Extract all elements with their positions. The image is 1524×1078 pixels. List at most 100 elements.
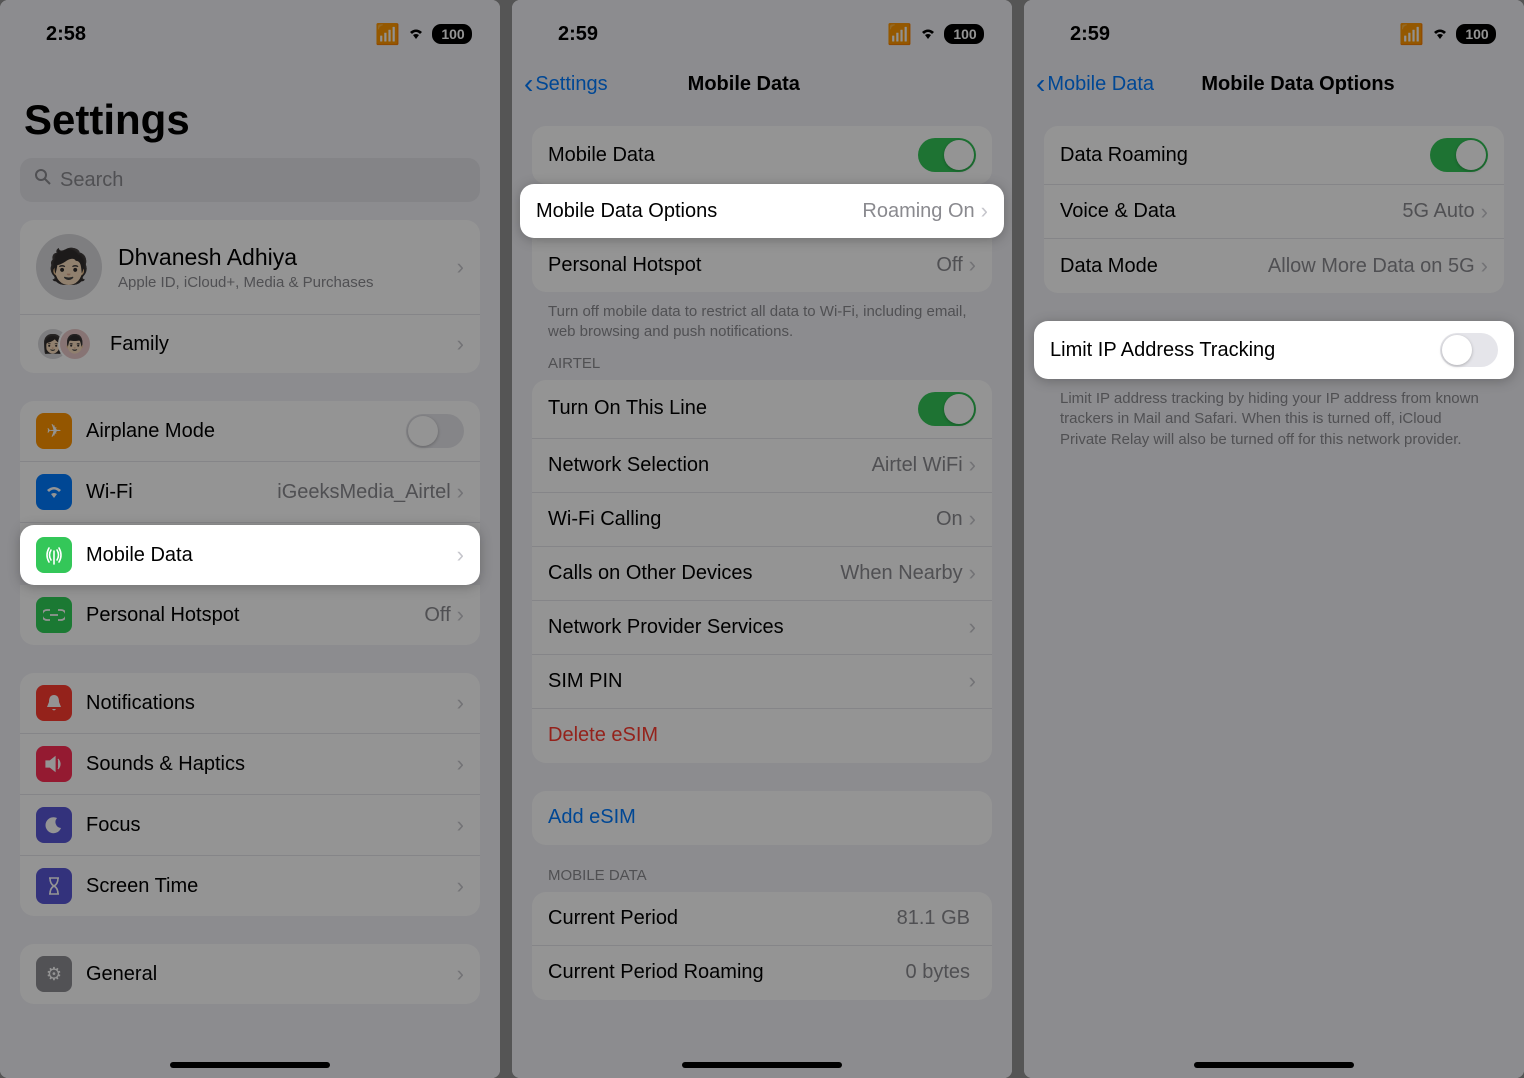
screen-time-row[interactable]: Screen Time ›: [20, 856, 480, 916]
status-time: 2:58: [46, 23, 86, 46]
current-period-roaming-row[interactable]: Current Period Roaming 0 bytes: [532, 946, 992, 1000]
chevron-right-icon: ›: [969, 452, 976, 478]
home-indicator[interactable]: [170, 1062, 330, 1068]
mobile-data-group: Mobile Data: [532, 126, 992, 184]
network-selection-row[interactable]: Network Selection Airtel WiFi ›: [532, 439, 992, 493]
data-mode-row[interactable]: Data Mode Allow More Data on 5G ›: [1044, 239, 1504, 293]
wifi-row[interactable]: Wi-Fi iGeeksMedia_Airtel ›: [20, 462, 480, 523]
home-indicator[interactable]: [682, 1062, 842, 1068]
battery-level: 100: [944, 24, 984, 44]
status-indicators: 📶 100: [887, 22, 984, 47]
focus-row[interactable]: Focus ›: [20, 795, 480, 856]
notifications-row[interactable]: Notifications ›: [20, 673, 480, 734]
phone-mobile-data-options: 2:59 📶 100 ‹ Mobile Data Mobile Data Opt…: [1024, 0, 1524, 1078]
apple-id-row[interactable]: 🧑🏻 Dhvanesh Adhiya Apple ID, iCloud+, Me…: [20, 220, 480, 315]
phone-settings-root: 2:58 📶 100 Settings Search 🧑🏻 Dhvanesh A…: [0, 0, 500, 1078]
add-esim-group: Add eSIM: [532, 791, 992, 845]
mobile-data-options-row[interactable]: Mobile Data Options Roaming On ›: [520, 184, 1004, 238]
usage-group: Current Period 81.1 GB Current Period Ro…: [532, 892, 992, 1000]
battery-level: 100: [1456, 24, 1496, 44]
chevron-right-icon: ›: [457, 542, 464, 568]
hourglass-icon: [36, 868, 72, 904]
family-row[interactable]: 👩🏻👨🏻 Family ›: [20, 315, 480, 373]
avatar: 🧑🏻: [36, 234, 102, 300]
bell-icon: [36, 685, 72, 721]
status-time: 2:59: [558, 23, 598, 46]
signal-icon: 📶: [375, 22, 400, 47]
mobile-data-row[interactable]: Mobile Data ›: [20, 525, 480, 585]
carrier-group: Turn On This Line Network Selection Airt…: [532, 380, 992, 763]
footer-text: Limit IP address tracking by hiding your…: [1024, 389, 1524, 468]
delete-esim-row[interactable]: Delete eSIM: [532, 709, 992, 763]
status-bar: 2:59 📶 100: [1024, 0, 1524, 56]
mobile-data-toggle[interactable]: [918, 138, 976, 172]
chevron-right-icon: ›: [969, 668, 976, 694]
calls-other-devices-row[interactable]: Calls on Other Devices When Nearby ›: [532, 547, 992, 601]
wifi-calling-row[interactable]: Wi-Fi Calling On ›: [532, 493, 992, 547]
current-period-row[interactable]: Current Period 81.1 GB: [532, 892, 992, 946]
chevron-right-icon: ›: [1481, 253, 1488, 279]
chevron-right-icon: ›: [457, 812, 464, 838]
limit-ip-highlight: Limit IP Address Tracking: [1034, 321, 1514, 379]
limit-ip-row[interactable]: Limit IP Address Tracking: [1034, 321, 1514, 379]
back-button[interactable]: ‹ Settings: [524, 70, 608, 98]
turn-on-line-row[interactable]: Turn On This Line: [532, 380, 992, 439]
sim-pin-row[interactable]: SIM PIN ›: [532, 655, 992, 709]
nav-title: Mobile Data Options: [1124, 73, 1472, 96]
wifi-icon: [918, 23, 938, 46]
add-esim-row[interactable]: Add eSIM: [532, 791, 992, 845]
provider-services-row[interactable]: Network Provider Services ›: [532, 601, 992, 655]
status-indicators: 📶 100: [375, 22, 472, 47]
sounds-row[interactable]: Sounds & Haptics ›: [20, 734, 480, 795]
chevron-left-icon: ‹: [524, 70, 533, 98]
voice-data-row[interactable]: Voice & Data 5G Auto ›: [1044, 185, 1504, 239]
chevron-right-icon: ›: [969, 560, 976, 586]
nav-title: Mobile Data: [608, 73, 880, 96]
limit-ip-toggle[interactable]: [1440, 333, 1498, 367]
mobile-data-options-highlight: Mobile Data Options Roaming On ›: [520, 184, 1004, 238]
carrier-header: AIRTEL: [512, 355, 1012, 380]
data-roaming-row[interactable]: Data Roaming: [1044, 126, 1504, 185]
family-avatars: 👩🏻👨🏻: [36, 327, 92, 361]
data-options-group: Data Roaming Voice & Data 5G Auto › Data…: [1044, 126, 1504, 293]
mobile-data-group-2: Personal Hotspot Off ›: [532, 238, 992, 292]
battery-level: 100: [432, 24, 472, 44]
personal-hotspot-row[interactable]: Personal Hotspot Off ›: [20, 585, 480, 645]
signal-icon: 📶: [887, 22, 912, 47]
search-placeholder: Search: [60, 169, 123, 192]
chevron-right-icon: ›: [457, 961, 464, 987]
mobile-data-toggle-row[interactable]: Mobile Data: [532, 126, 992, 184]
chevron-right-icon: ›: [981, 198, 988, 224]
connectivity-group-2: Personal Hotspot Off ›: [20, 585, 480, 645]
chevron-right-icon: ›: [969, 252, 976, 278]
alerts-group: Notifications › Sounds & Haptics › Focus…: [20, 673, 480, 916]
page-title: Settings: [0, 56, 500, 158]
search-icon: [34, 168, 52, 192]
wifi-icon: [1430, 23, 1450, 46]
nav-bar: ‹ Settings Mobile Data: [512, 56, 1012, 112]
chevron-right-icon: ›: [457, 331, 464, 357]
nav-bar: ‹ Mobile Data Mobile Data Options: [1024, 56, 1524, 112]
airplane-mode-row[interactable]: ✈︎ Airplane Mode: [20, 401, 480, 462]
personal-hotspot-row[interactable]: Personal Hotspot Off ›: [532, 238, 992, 292]
gear-icon: ⚙︎: [36, 956, 72, 992]
antenna-icon: [36, 537, 72, 573]
chevron-right-icon: ›: [969, 614, 976, 640]
chevron-right-icon: ›: [457, 690, 464, 716]
status-time: 2:59: [1070, 23, 1110, 46]
search-input[interactable]: Search: [20, 158, 480, 202]
wifi-icon: [36, 474, 72, 510]
account-group: 🧑🏻 Dhvanesh Adhiya Apple ID, iCloud+, Me…: [20, 220, 480, 373]
usage-header: MOBILE DATA: [512, 867, 1012, 892]
chevron-right-icon: ›: [457, 479, 464, 505]
home-indicator[interactable]: [1194, 1062, 1354, 1068]
footer-text: Turn off mobile data to restrict all dat…: [512, 302, 1012, 361]
chevron-right-icon: ›: [457, 751, 464, 777]
general-row[interactable]: ⚙︎ General ›: [20, 944, 480, 1004]
airplane-toggle[interactable]: [406, 414, 464, 448]
speaker-icon: [36, 746, 72, 782]
line-toggle[interactable]: [918, 392, 976, 426]
chevron-right-icon: ›: [457, 873, 464, 899]
roaming-toggle[interactable]: [1430, 138, 1488, 172]
wifi-icon: [406, 23, 426, 46]
